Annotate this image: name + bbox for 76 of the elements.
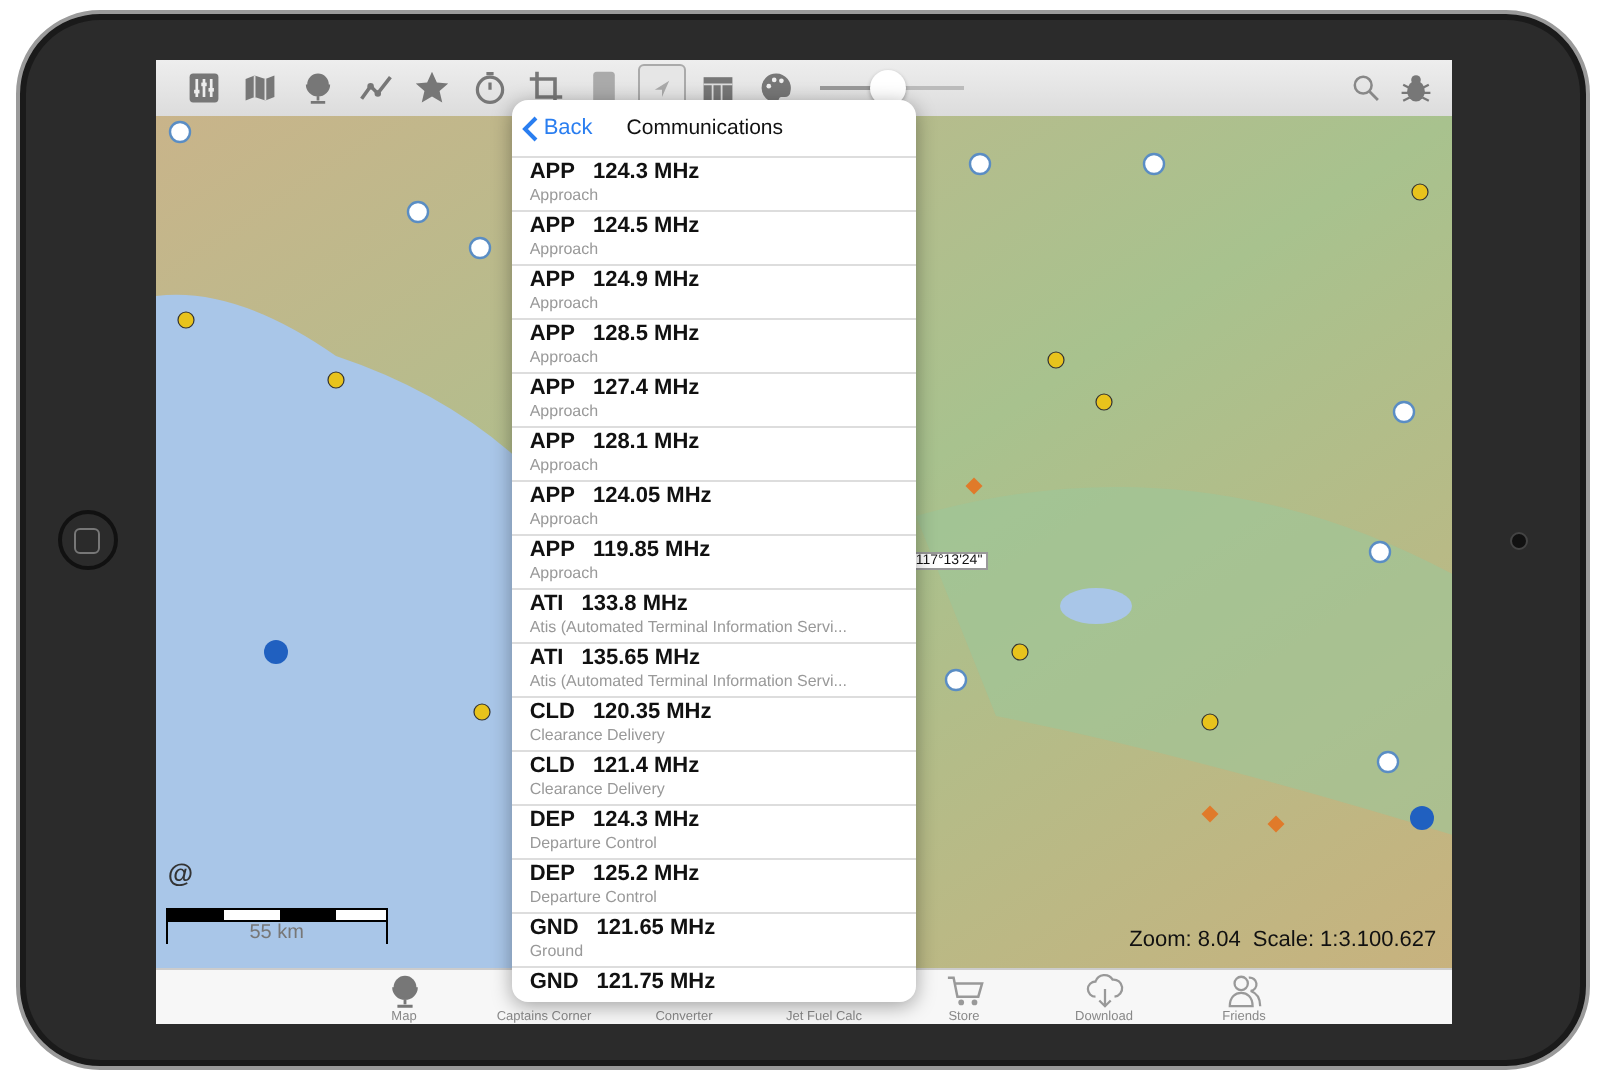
cloud-download-icon — [1085, 972, 1123, 1010]
frequency-value: 124.05 MHz — [592, 484, 712, 510]
frequency-row[interactable]: ATI 135.65 MHz Atis (Automated Terminal Information Servi... — [511, 644, 916, 698]
frequency-value: 125.2 MHz — [592, 862, 700, 888]
frequency-value: 135.65 MHz — [581, 646, 701, 672]
frequency-code: DEP — [529, 862, 575, 888]
frequency-description: Ground — [529, 942, 586, 962]
frequency-value: 128.1 MHz — [592, 430, 700, 456]
frequency-row[interactable]: GND 121.75 MHz — [511, 968, 916, 1002]
frequency-row[interactable]: DEP 125.2 MHz Departure Control — [511, 860, 916, 914]
frequency-description: Approach — [529, 456, 601, 476]
frequency-description: Departure Control — [529, 888, 659, 908]
frequency-value: 120.35 MHz — [592, 700, 712, 726]
frequency-code: ATI — [529, 592, 564, 618]
frequency-code: GND — [529, 970, 579, 996]
frequency-row[interactable]: GND 121.65 MHz Ground — [511, 914, 916, 968]
frequency-value: 128.5 MHz — [592, 322, 700, 348]
frequency-row[interactable]: ATI 133.8 MHz Atis (Automated Terminal Information Servi... — [511, 590, 916, 644]
frequency-code: GND — [529, 916, 579, 942]
zoom-scale-readout: Zoom: 8.04 Scale: 1:3.100.627 — [1129, 928, 1437, 952]
frequency-description: Approach — [529, 402, 601, 422]
frequency-code: APP — [529, 430, 575, 456]
frequency-code: APP — [529, 376, 575, 402]
frequency-description: Approach — [529, 240, 601, 260]
frequency-code: CLD — [529, 754, 575, 780]
frequency-row[interactable]: APP 124.5 MHz Approach — [511, 212, 916, 266]
search-icon[interactable] — [1352, 74, 1381, 102]
frequency-value: 121.4 MHz — [592, 754, 700, 780]
home-button[interactable] — [57, 510, 118, 570]
frequency-code: DEP — [529, 808, 575, 834]
frequency-description: Approach — [529, 510, 601, 530]
scale-bar: 55 km — [165, 908, 388, 944]
popup-title: Communications — [626, 116, 783, 140]
frequency-code: APP — [529, 538, 575, 564]
frequency-row[interactable]: APP 124.3 MHz Approach — [511, 158, 916, 212]
frequency-description: Approach — [529, 186, 601, 206]
frequency-value: 121.65 MHz — [596, 916, 716, 942]
frequency-code: CLD — [529, 700, 575, 726]
frequency-value: 119.85 MHz — [592, 538, 711, 564]
people-icon — [1225, 972, 1263, 1010]
camera-icon — [1510, 531, 1529, 549]
frequency-description: Clearance Delivery — [529, 726, 667, 746]
frequency-row[interactable]: APP 124.9 MHz Approach — [511, 266, 916, 320]
attribution-symbol[interactable]: @ — [167, 858, 194, 888]
frequency-description: Approach — [529, 348, 601, 368]
frequency-code: APP — [529, 160, 575, 186]
frequency-row[interactable]: APP 124.05 MHz Approach — [511, 482, 916, 536]
frequency-description: Approach — [529, 564, 601, 584]
frequency-description: Departure Control — [529, 834, 659, 854]
frequency-row[interactable]: APP 128.5 MHz Approach — [511, 320, 916, 374]
frequency-row[interactable]: APP 128.1 MHz Approach — [511, 428, 916, 482]
frequency-description: Atis (Automated Terminal Information Servi... — [529, 672, 849, 692]
frequency-code: ATI — [529, 646, 564, 672]
frequency-value: 124.5 MHz — [592, 214, 700, 240]
frequency-code: APP — [529, 268, 575, 294]
frequency-code: APP — [529, 214, 575, 240]
frequency-value: 124.3 MHz — [592, 808, 700, 834]
frequency-value: 121.75 MHz — [596, 970, 716, 996]
frequency-row[interactable]: CLD 121.4 MHz Clearance Delivery — [511, 752, 916, 806]
frequency-code: APP — [529, 322, 575, 348]
frequency-description: Atis (Automated Terminal Information Servi... — [529, 618, 849, 638]
frequency-row[interactable]: DEP 124.3 MHz Departure Control — [511, 806, 916, 860]
frequency-value: 133.8 MHz — [581, 592, 688, 618]
chevron-left-icon — [521, 115, 538, 141]
frequency-row[interactable]: APP 119.85 MHz Approach — [511, 536, 916, 590]
cart-icon — [945, 972, 983, 1010]
frequency-value: 124.9 MHz — [592, 268, 700, 294]
frequency-row[interactable]: CLD 120.35 MHz Clearance Delivery — [511, 698, 916, 752]
frequency-description: Clearance Delivery — [529, 780, 667, 800]
frequency-value: 124.3 MHz — [592, 160, 700, 186]
frequency-value: 127.4 MHz — [592, 376, 700, 402]
frequency-row[interactable]: APP 127.4 MHz Approach — [511, 374, 916, 428]
frequency-code: APP — [529, 484, 575, 510]
back-button[interactable]: Back — [521, 115, 593, 141]
bug-icon[interactable] — [1400, 72, 1433, 104]
frequency-description: Approach — [529, 294, 601, 314]
